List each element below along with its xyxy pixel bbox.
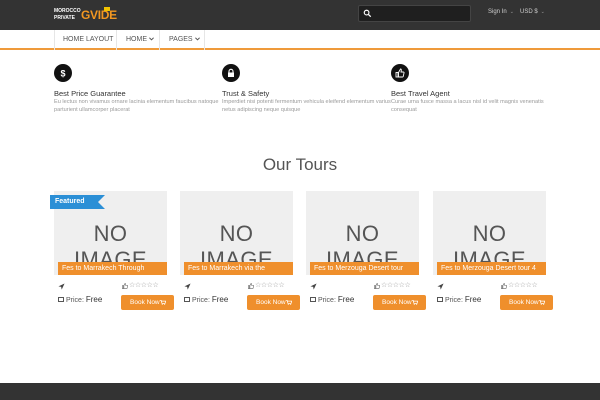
site-logo[interactable]: MOROCCO PRIVATE GVIDE: [54, 7, 117, 25]
feature-title: Best Price Guarantee: [54, 89, 126, 98]
cart-icon: [160, 300, 166, 305]
nav-item-label: HOME: [126, 36, 147, 43]
search-icon[interactable]: [363, 9, 372, 18]
footer: [0, 383, 600, 400]
logo-line-2: PRIVATE: [54, 15, 75, 21]
thumbs-up-icon: [248, 283, 254, 289]
book-now-label: Book Now: [256, 299, 286, 306]
sign-in-label: Sign In: [488, 9, 507, 15]
featured-label: Featured: [55, 198, 85, 205]
price-value: Free: [337, 295, 355, 304]
feature-text: Curae urna fusce massa a lacus nisl id v…: [391, 99, 544, 113]
main-nav: HOME LAYOUT HOME PAGES: [0, 30, 600, 50]
rating-stars: ☆☆☆☆☆: [129, 282, 159, 289]
nav-divider: [204, 30, 205, 50]
tour-card: NO IMAGE Fes to Merzouga Desert tour 4 ☆…: [433, 191, 553, 313]
tour-card: NO IMAGE Fes to Marrakech via the ☆☆☆☆☆ …: [180, 191, 300, 313]
book-now-label: Book Now: [509, 299, 539, 306]
tour-price: Price: Free: [445, 295, 481, 304]
nav-item-home-layout[interactable]: HOME LAYOUT: [63, 36, 113, 43]
sign-in-link[interactable]: Sign In ⌄: [488, 9, 514, 15]
tour-price: Price: Free: [66, 295, 102, 304]
rating-stars: ☆☆☆☆☆: [381, 282, 411, 289]
nav-item-home[interactable]: HOME: [126, 36, 154, 43]
thumbs-up-icon: [501, 283, 507, 289]
chevron-down-icon: ⌄: [509, 9, 514, 15]
tour-title-link[interactable]: Fes to Merzouga Desert tour 4: [437, 262, 546, 275]
tour-title-link[interactable]: Fes to Marrakech via the: [184, 262, 293, 275]
cart-icon: [286, 300, 292, 305]
search-input[interactable]: [358, 5, 471, 22]
currency-label: USD $: [520, 9, 538, 15]
price-value: Free: [211, 295, 229, 304]
rating-stars: ☆☆☆☆☆: [255, 282, 285, 289]
book-now-button[interactable]: Book Now: [247, 295, 300, 310]
thumbs-up-icon: [374, 283, 380, 289]
book-now-button[interactable]: Book Now: [373, 295, 426, 310]
tour-price: Price: Free: [318, 295, 354, 304]
book-now-label: Book Now: [382, 299, 412, 306]
price-label: Price:: [192, 297, 210, 304]
nav-item-label: PAGES: [169, 36, 193, 43]
logo-flag: [104, 7, 110, 11]
tour-title-link[interactable]: Fes to Marrakech Through: [58, 262, 167, 275]
svg-text:$: $: [60, 69, 65, 79]
feature-title: Best Travel Agent: [391, 89, 450, 98]
nav-item-label: HOME LAYOUT: [63, 36, 114, 43]
price-label: Price:: [66, 297, 84, 304]
book-now-label: Book Now: [130, 299, 160, 306]
nav-divider: [159, 30, 160, 50]
money-icon: [310, 297, 316, 302]
rating-stars: ☆☆☆☆☆: [508, 282, 538, 289]
tour-card: NO IMAGE Fes to Marrakech Through ☆☆☆☆☆ …: [54, 191, 174, 313]
price-label: Price:: [445, 297, 463, 304]
thumbs-up-icon: [391, 64, 409, 82]
thumbs-up-icon: [122, 283, 128, 289]
feature-text: Eu lectus non vivamus ornare lacinia ele…: [54, 99, 219, 113]
feature-title: Trust & Safety: [222, 89, 270, 98]
location-arrow-icon: [58, 283, 65, 290]
nav-divider: [54, 30, 55, 50]
money-icon: [437, 297, 443, 302]
currency-selector[interactable]: USD $ ⌄: [520, 9, 545, 15]
book-now-button[interactable]: Book Now: [121, 295, 174, 310]
dollar-icon: $: [54, 64, 72, 82]
top-bar: MOROCCO PRIVATE GVIDE Sign In ⌄ USD $ ⌄: [0, 0, 600, 30]
logo-line-1: MOROCCO: [54, 8, 81, 14]
tour-title-link[interactable]: Fes to Merzouga Desert tour: [310, 262, 419, 275]
money-icon: [58, 297, 64, 302]
price-label: Price:: [318, 297, 336, 304]
price-value: Free: [464, 295, 482, 304]
nav-divider: [116, 30, 117, 50]
tour-card: NO IMAGE Fes to Merzouga Desert tour ☆☆☆…: [306, 191, 426, 313]
cart-icon: [412, 300, 418, 305]
money-icon: [184, 297, 190, 302]
location-arrow-icon: [310, 283, 317, 290]
book-now-button[interactable]: Book Now: [500, 295, 553, 310]
location-arrow-icon: [184, 283, 191, 290]
chevron-down-icon: ⌄: [540, 9, 545, 15]
chevron-down-icon: [149, 37, 154, 41]
lock-icon: [222, 64, 240, 82]
tour-price: Price: Free: [192, 295, 228, 304]
chevron-down-icon: [194, 37, 200, 41]
feature-text: Imperdiet nisi potenti fermentum vehicul…: [222, 99, 391, 113]
cart-icon: [539, 300, 545, 305]
price-value: Free: [85, 295, 103, 304]
nav-item-pages[interactable]: PAGES: [169, 36, 200, 43]
logo-wordmark: GVIDE: [81, 8, 117, 22]
location-arrow-icon: [437, 283, 444, 290]
section-title: Our Tours: [262, 155, 338, 174]
